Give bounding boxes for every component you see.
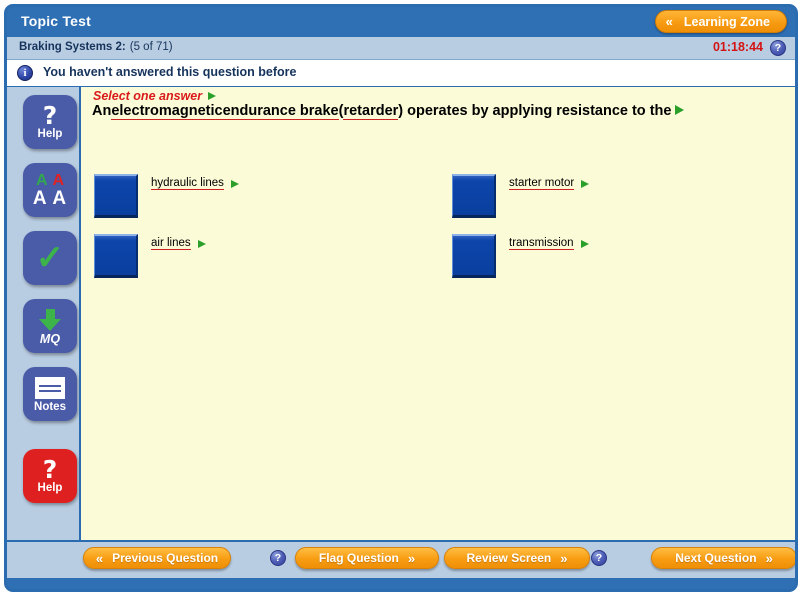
next-question-label: Next Question	[675, 551, 757, 565]
chevron-right-icon: »	[407, 550, 416, 566]
app-root: Topic Test « Learning Zone Braking Syste…	[0, 0, 806, 601]
flag-question-label: Flag Question	[318, 551, 399, 565]
topic-progress: Braking Systems 2: (5 of 71)	[19, 41, 173, 53]
answer-checkbox[interactable]	[94, 174, 138, 218]
text-size-icon: AA	[35, 171, 65, 189]
question-part-underlined[interactable]: endurance brake	[222, 103, 339, 120]
previous-question-label: Previous Question	[112, 551, 219, 565]
letter-a-red: A	[52, 171, 65, 189]
topic-test-window: Topic Test « Learning Zone Braking Syste…	[4, 4, 798, 592]
answer-option-starter-motor[interactable]: starter motor	[452, 174, 590, 218]
sidebar-item-text-size[interactable]: AA A A	[23, 163, 77, 217]
bottom-navigation-bar: « Previous Question ? Flag Question » Re…	[7, 540, 795, 578]
info-icon: i	[17, 65, 33, 81]
previous-question-button[interactable]: « Previous Question	[83, 547, 231, 569]
answer-option-air-lines[interactable]: air lines	[94, 234, 206, 278]
read-aloud-answer-icon[interactable]	[230, 179, 239, 188]
sidebar-item-notes[interactable]: Notes	[23, 367, 77, 421]
sub-header: Braking Systems 2: (5 of 71) 01:18:44 ?	[7, 37, 795, 60]
chevron-right-icon: »	[560, 550, 568, 566]
sidebar-item-help-blue[interactable]: ? Help	[23, 95, 77, 149]
read-aloud-answer-icon[interactable]	[581, 179, 590, 188]
answer-label[interactable]: starter motor	[509, 177, 575, 190]
question-mark-icon: ?	[42, 101, 58, 130]
info-message: You haven't answered this question befor…	[43, 65, 297, 79]
answer-label[interactable]: air lines	[151, 237, 191, 250]
answer-label-group: hydraulic lines	[151, 177, 239, 190]
checkmark-icon: ✓	[35, 239, 65, 277]
read-aloud-answer-icon[interactable]	[197, 239, 206, 248]
answer-checkbox[interactable]	[94, 234, 138, 278]
answer-option-transmission[interactable]: transmission	[452, 234, 589, 278]
sidebar-item-label: Notes	[34, 401, 66, 413]
sidebar-item-label: Help	[37, 128, 63, 140]
learning-zone-button[interactable]: « Learning Zone	[654, 10, 787, 33]
countdown-timer: 01:18:44	[712, 40, 763, 54]
question-progress: (5 of 71)	[129, 41, 173, 53]
answer-label-group: air lines	[151, 237, 206, 250]
review-screen-button[interactable]: Review Screen »	[444, 547, 590, 569]
letter-a-green: A	[35, 171, 48, 189]
body-area: ? Help AA A A ✓ MQ Notes ? Help Select o…	[7, 87, 795, 540]
sidebar-item-label: Help	[37, 482, 63, 494]
answer-label[interactable]: transmission	[509, 237, 574, 250]
sidebar-item-help-red[interactable]: ? Help	[23, 449, 77, 503]
flag-question-button[interactable]: Flag Question »	[295, 547, 439, 569]
instruction-label: Select one answer	[93, 89, 203, 103]
page-title: Topic Test	[21, 13, 91, 29]
sidebar-item-label: MQ	[39, 331, 61, 346]
notes-icon	[35, 377, 65, 399]
topic-name: Braking Systems 2:	[19, 41, 126, 53]
next-question-button[interactable]: Next Question »	[651, 547, 795, 569]
question-part: ) operates by applying resistance to the	[398, 103, 672, 119]
chevron-left-icon: «	[665, 14, 673, 29]
answer-checkbox[interactable]	[452, 234, 496, 278]
window-footer	[7, 578, 795, 589]
review-screen-label: Review Screen	[466, 551, 552, 565]
question-text: An electromagnetic endurance brake (reta…	[92, 103, 791, 120]
arrow-down-icon	[39, 308, 61, 331]
answer-label-group: starter motor	[509, 177, 590, 190]
read-aloud-question-icon[interactable]	[675, 105, 685, 115]
timer-help-icon[interactable]: ?	[770, 40, 786, 56]
answer-label[interactable]: hydraulic lines	[151, 177, 224, 190]
review-help-icon[interactable]: ?	[591, 550, 607, 566]
answer-checkbox[interactable]	[452, 174, 496, 218]
question-part-underlined[interactable]: retarder	[343, 103, 399, 120]
tool-sidebar: ? Help AA A A ✓ MQ Notes ? Help	[7, 87, 79, 540]
sidebar-item-mark-question[interactable]: MQ	[23, 299, 77, 353]
chevron-left-icon: «	[95, 550, 104, 566]
question-part-underlined[interactable]: electromagnetic	[111, 103, 223, 120]
question-part: An	[92, 103, 112, 119]
title-bar: Topic Test « Learning Zone	[7, 7, 795, 37]
answer-label-group: transmission	[509, 237, 589, 250]
previous-help-icon[interactable]: ?	[270, 550, 286, 566]
question-mark-icon: ?	[42, 455, 58, 484]
letters-a-white: A A	[32, 187, 68, 209]
learning-zone-label: Learning Zone	[683, 14, 770, 29]
read-aloud-answer-icon[interactable]	[580, 239, 589, 248]
info-bar: i You haven't answered this question bef…	[7, 60, 795, 87]
answer-option-hydraulic-lines[interactable]: hydraulic lines	[94, 174, 239, 218]
chevron-right-icon: »	[765, 550, 773, 566]
read-aloud-instruction-icon[interactable]	[208, 92, 217, 100]
sidebar-item-check-answer[interactable]: ✓	[23, 231, 77, 285]
question-content-pane: Select one answer An electromagnetic end…	[79, 87, 795, 540]
select-one-answer-instruction: Select one answer	[93, 89, 217, 103]
